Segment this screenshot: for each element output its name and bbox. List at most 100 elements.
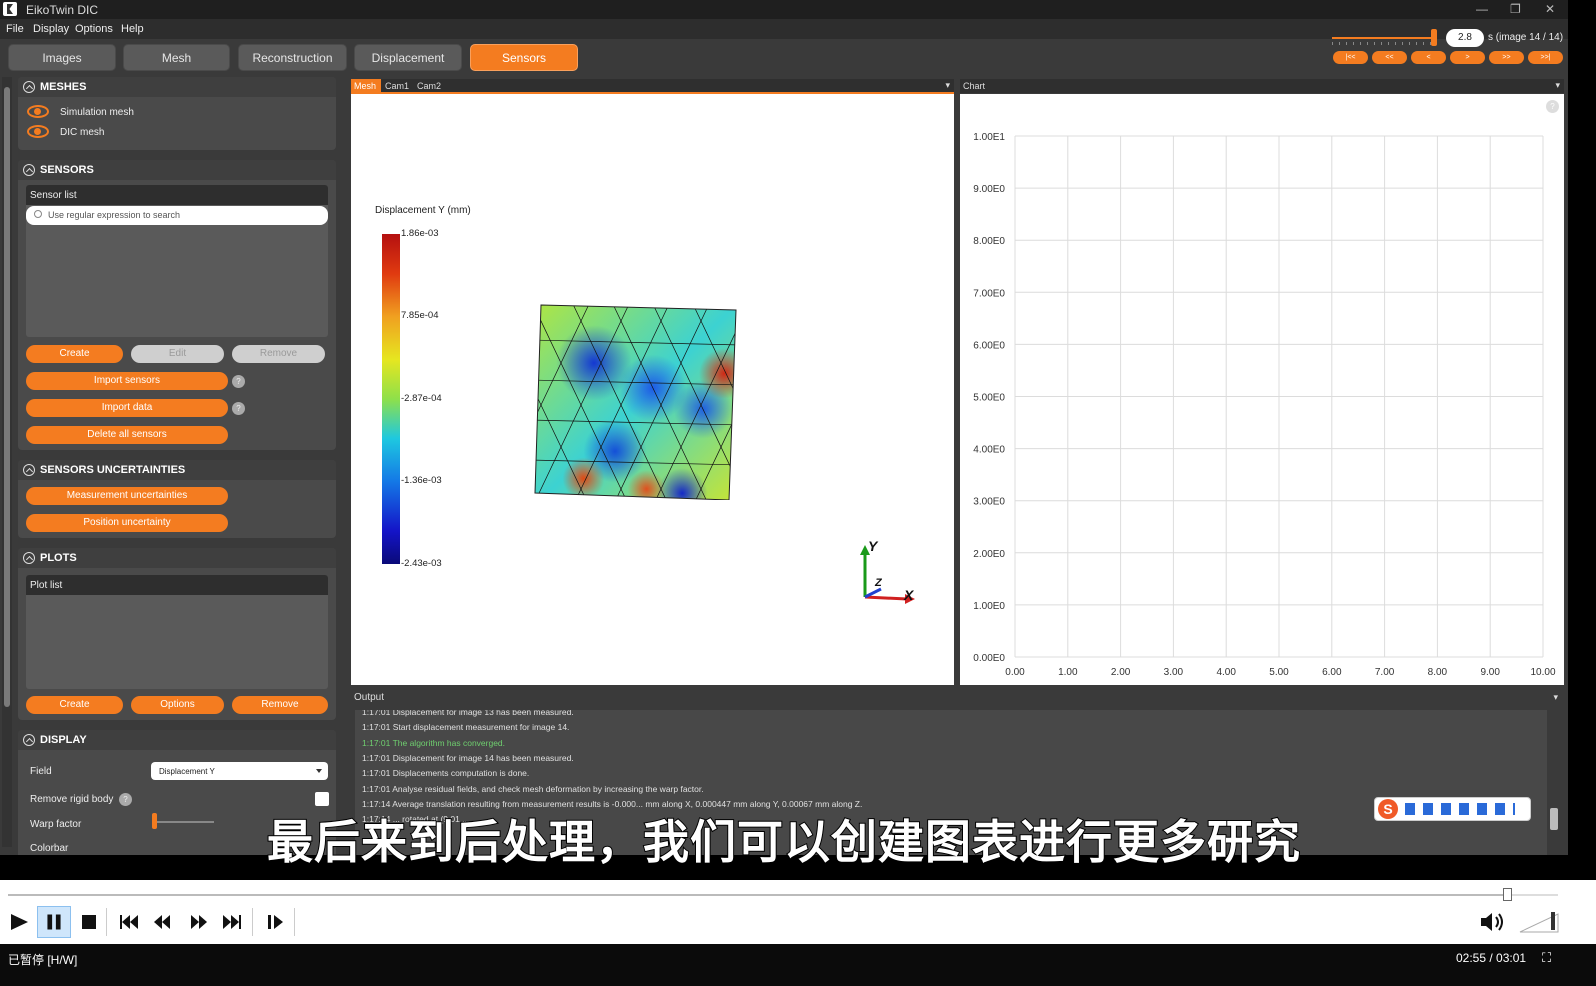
fullscreen-icon[interactable]: ⛶ [1542,950,1551,966]
seek-bar-handle[interactable] [1502,888,1512,901]
axis-z-label: Z [875,577,882,589]
menu-help[interactable]: Help [121,23,144,35]
pause-icon[interactable] [37,906,71,938]
x-tick-label: 0.00 [1005,667,1025,678]
stop-icon[interactable] [72,906,106,938]
window-title: EikoTwin DIC [26,3,99,17]
title-bar: EikoTwin DIC — ❐ ✕ [0,0,1568,19]
field-label: Field [30,766,52,777]
chart-viewport[interactable]: 0.00 1.00 2.00 3.00 4.00 5.00 6.00 7.00 8.00 9.00… [960,94,1564,685]
time-slider-track[interactable] [1332,37,1436,39]
next-fast-button[interactable]: >> [1489,51,1524,64]
help-icon[interactable]: ? [1546,100,1559,113]
restore-icon[interactable]: ❐ [1510,2,1521,16]
panel-menu-icon[interactable]: ▾ [945,80,950,91]
tab-reconstruction[interactable]: Reconstruction [238,44,347,71]
measurement-uncertainties-button[interactable]: Measurement uncertainties [26,487,228,505]
create-plot-button[interactable]: Create [26,696,123,714]
remove-rigid-body-checkbox[interactable] [315,792,329,806]
display-header[interactable]: DISPLAY [18,730,336,750]
mesh-viewport[interactable]: Displacement Y (mm) 1.86e-03 7.85e-04 -2… [351,94,954,685]
sensor-search-input[interactable]: Use regular expression to search [26,206,328,225]
colorbar-tick: -2.87e-04 [401,393,442,404]
menu-options[interactable]: Options [75,23,113,35]
remove-sensor-button[interactable]: Remove [232,345,325,363]
tab-mesh[interactable]: Mesh [123,44,230,71]
eye-icon[interactable] [27,105,49,118]
time-controls: 2.8 s (image 14 / 14) |<< << < > >> >>| [1330,28,1566,68]
status-bar: 已暂停 [H/W] 02:55 / 03:01 ⛶ [0,944,1596,986]
divider [106,908,107,936]
tab-displacement[interactable]: Displacement [354,44,462,71]
collapse-icon[interactable] [23,464,35,476]
help-icon[interactable]: ? [232,402,245,415]
collapse-icon[interactable] [23,552,35,564]
edit-sensor-button[interactable]: Edit [131,345,224,363]
seek-bar[interactable] [8,888,1558,901]
menu-file[interactable]: File [6,23,24,35]
x-tick-label: 5.00 [1269,667,1289,678]
log-line: 1:17:01 Start displacement measurement f… [362,722,570,733]
view-tab-mesh[interactable]: Mesh [351,79,381,93]
import-data-button[interactable]: Import data [26,399,228,417]
delete-all-sensors-button[interactable]: Delete all sensors [26,426,228,444]
time-slider-handle[interactable] [1431,29,1437,46]
output-title: Output [354,692,385,703]
prev-fast-button[interactable]: << [1372,51,1407,64]
plot-options-button[interactable]: Options [131,696,224,714]
close-icon[interactable]: ✕ [1545,2,1555,16]
volume-icon[interactable] [1475,906,1509,938]
log-line: 1:17:01 Displacement for image 14 has be… [362,752,574,763]
scrollbar-handle[interactable] [4,87,10,707]
divider [252,908,253,936]
skip-forward-icon[interactable] [215,906,249,938]
remove-plot-button[interactable]: Remove [232,696,328,714]
colorbar-tick: -2.43e-03 [401,558,442,569]
panel-menu-icon[interactable]: ▾ [1555,80,1560,91]
last-frame-button[interactable]: >>| [1528,51,1563,64]
menu-display[interactable]: Display [33,23,69,35]
next-frame-button[interactable]: > [1450,51,1485,64]
view-tab-cam2[interactable]: Cam2 [417,81,441,91]
panel-menu-icon[interactable]: ▾ [1553,692,1558,703]
volume-slider[interactable] [1518,910,1564,934]
axis-x-label: X [904,587,914,603]
tab-images[interactable]: Images [8,44,116,71]
import-sensors-button[interactable]: Import sensors [26,372,228,390]
frame-step-icon[interactable] [258,906,292,938]
prev-frame-button[interactable]: < [1411,51,1446,64]
rewind-icon[interactable] [146,906,180,938]
x-tick-label: 7.00 [1375,667,1395,678]
time-value-input[interactable]: 2.8 [1446,29,1484,47]
y-tick-label: 1.00E1 [973,132,1005,143]
remove-rigid-body-label: Remove rigid body [30,794,114,805]
create-sensor-button[interactable]: Create [26,345,123,363]
help-icon[interactable]: ? [119,793,132,806]
minimize-icon[interactable]: — [1476,2,1488,16]
help-icon[interactable]: ? [232,375,245,388]
left-panel-scrollbar[interactable] [2,77,12,847]
plot-list[interactable]: Plot list [26,575,328,689]
skip-back-icon[interactable] [112,906,146,938]
field-select[interactable]: Displacement Y [151,762,328,780]
y-tick-label: 6.00E0 [973,340,1005,351]
position-uncertainty-button[interactable]: Position uncertainty [26,514,228,532]
seek-bar-fill [8,894,1507,896]
tab-sensors[interactable]: Sensors [470,44,578,71]
meshes-header[interactable]: MESHES [18,77,336,97]
uncertainties-header[interactable]: SENSORS UNCERTAINTIES [18,460,336,480]
play-icon[interactable] [2,906,36,938]
view-tab-cam1[interactable]: Cam1 [385,81,409,91]
first-frame-button[interactable]: |<< [1333,51,1368,64]
eye-icon[interactable] [27,125,49,138]
mesh-plot[interactable] [531,300,741,500]
sensors-header[interactable]: SENSORS [18,160,336,180]
chevron-down-icon [316,769,322,773]
collapse-icon[interactable] [23,81,35,93]
divider [294,908,295,936]
fast-forward-icon[interactable] [181,906,215,938]
collapse-icon[interactable] [23,734,35,746]
log-line: 1:17:01 Displacement for image 13 has be… [362,710,574,717]
collapse-icon[interactable] [23,164,35,176]
plots-header[interactable]: PLOTS [18,548,336,568]
